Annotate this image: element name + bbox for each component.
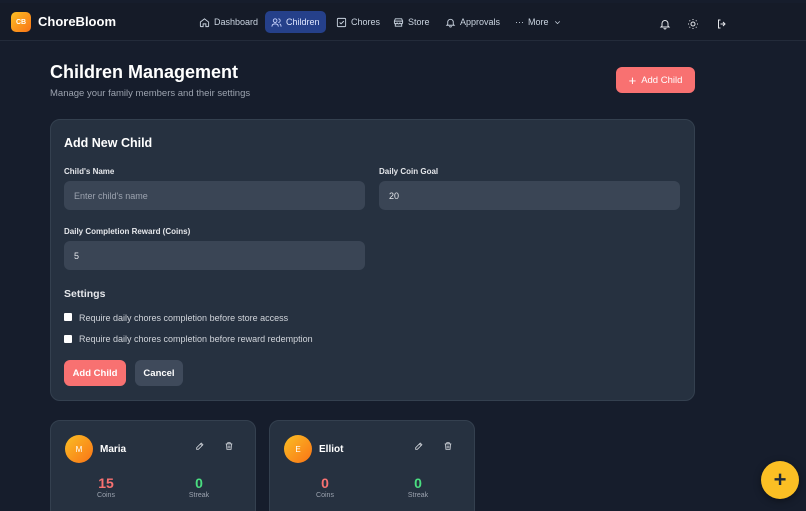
streak-label: Streak xyxy=(188,492,210,499)
store-access-label[interactable]: Require daily chores completion before s… xyxy=(79,313,288,323)
settings-heading: Settings xyxy=(64,288,106,300)
add-child-button-label: Add Child xyxy=(641,74,683,86)
checkbox-icon xyxy=(336,17,347,27)
nav-chores[interactable]: Chores xyxy=(330,11,386,33)
nav-approvals-label: Approvals xyxy=(460,17,501,27)
child-card-maria xyxy=(50,420,256,511)
plus-icon: + xyxy=(628,72,637,88)
bell-icon xyxy=(445,18,456,28)
nav-approvals[interactable]: Approvals xyxy=(439,11,506,33)
reward-redemption-label[interactable]: Require daily chores completion before r… xyxy=(79,334,313,344)
reward-redemption-checkbox[interactable] xyxy=(64,335,72,343)
nav-store[interactable]: Store xyxy=(387,11,436,33)
notifications-icon[interactable] xyxy=(659,17,671,30)
coin-goal-label: Daily Coin Goal xyxy=(379,167,439,176)
coins-value: 0 xyxy=(321,475,329,491)
edit-icon[interactable] xyxy=(414,438,424,450)
brand-name[interactable]: ChoreBloom xyxy=(38,14,116,29)
theme-toggle-icon[interactable] xyxy=(687,17,699,29)
logo-icon[interactable]: CB xyxy=(11,12,31,32)
dots-icon: ··· xyxy=(515,17,524,27)
coins-label: Coins xyxy=(316,492,334,499)
nav-children[interactable]: Children xyxy=(265,11,326,33)
streak-label: Streak xyxy=(407,492,429,499)
child-name: Maria xyxy=(100,444,127,455)
submit-add-child-button[interactable]: Add Child xyxy=(64,360,126,386)
form-title: Add New Child xyxy=(64,136,153,150)
nav-more[interactable]: ··· More xyxy=(509,11,568,33)
add-child-button[interactable]: + Add Child xyxy=(616,67,695,93)
nav-dashboard[interactable]: Dashboard xyxy=(193,11,264,33)
coins-value: 15 xyxy=(98,475,114,491)
completion-reward-input[interactable] xyxy=(64,241,365,270)
delete-icon[interactable] xyxy=(224,438,234,450)
coin-goal-input[interactable] xyxy=(379,181,680,210)
edit-icon[interactable] xyxy=(195,438,205,450)
child-card-elliot xyxy=(269,420,475,511)
cancel-button[interactable]: Cancel xyxy=(135,360,183,386)
nav-more-label: More xyxy=(528,17,549,27)
floating-add-button[interactable]: + xyxy=(761,461,799,499)
logout-icon[interactable] xyxy=(716,17,728,29)
users-icon xyxy=(271,17,282,27)
delete-icon[interactable] xyxy=(443,438,453,450)
nav-dashboard-label: Dashboard xyxy=(214,17,259,27)
nav-store-label: Store xyxy=(408,17,430,27)
child-name: Elliot xyxy=(319,444,344,455)
avatar: M xyxy=(65,435,93,463)
nav-children-label: Children xyxy=(286,17,320,27)
page-subtitle: Manage your family members and their set… xyxy=(50,88,251,99)
avatar: E xyxy=(284,435,312,463)
store-access-checkbox[interactable] xyxy=(64,313,72,321)
nav-chores-label: Chores xyxy=(351,17,381,27)
streak-value: 0 xyxy=(195,475,203,491)
completion-reward-label: Daily Completion Reward (Coins) xyxy=(64,227,191,236)
streak-value: 0 xyxy=(414,475,422,491)
store-icon xyxy=(393,17,404,27)
chevron-down-icon xyxy=(554,20,560,24)
top-navbar: CB ChoreBloom Dashboard Children Chores … xyxy=(0,3,806,41)
child-name-label: Child's Name xyxy=(64,167,115,176)
home-icon xyxy=(199,17,210,27)
child-name-input[interactable] xyxy=(64,181,365,210)
coins-label: Coins xyxy=(97,492,115,499)
page-title: Children Management xyxy=(50,62,239,82)
